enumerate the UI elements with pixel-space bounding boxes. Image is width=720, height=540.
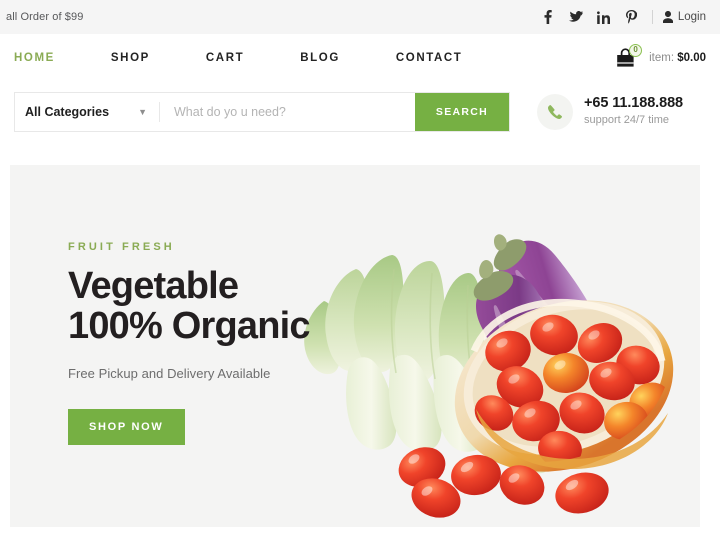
support-text: +65 11.188.888 support 24/7 time [584, 95, 683, 128]
shopping-bag-icon[interactable]: 0 [612, 43, 643, 70]
phone-icon [537, 94, 573, 130]
cart-summary[interactable]: 0 item: $0.00 [612, 43, 706, 70]
user-icon [662, 11, 673, 23]
login-label: Login [677, 11, 706, 23]
hero-vegetables-image [264, 173, 694, 523]
top-bar: all Order of $99 Login [0, 0, 720, 34]
hero-title-line1: Vegetable [68, 265, 239, 307]
chevron-down-icon: ▼ [138, 106, 147, 117]
support-phone-number: +65 11.188.888 [584, 95, 683, 112]
search-input[interactable] [160, 93, 415, 131]
search-bar: All Categories ▼ SEARCH [14, 92, 510, 132]
hero-title-line2: 100% Organic [68, 305, 311, 348]
facebook-icon[interactable] [534, 10, 562, 24]
hero-banner: FRUIT FRESH Vegetable 100% Organic Free … [10, 165, 700, 527]
category-select[interactable]: All Categories ▼ [15, 93, 159, 131]
nav-item-blog[interactable]: BLOG [300, 52, 340, 64]
shop-now-button[interactable]: SHOP NOW [68, 408, 185, 445]
top-bar-right: Login [534, 10, 706, 24]
category-select-label: All Categories [25, 105, 110, 119]
linkedin-icon[interactable] [590, 10, 618, 24]
cart-badge-count: 0 [629, 43, 643, 57]
hero-text-block: FRUIT FRESH Vegetable 100% Organic Free … [68, 241, 311, 445]
top-bar-divider [651, 10, 653, 24]
search-button[interactable]: SEARCH [415, 93, 509, 131]
cart-total: item: $0.00 [649, 52, 706, 64]
support-contact: +65 11.188.888 support 24/7 time [537, 94, 683, 130]
main-nav: HOME SHOP CART BLOG CONTACT [14, 52, 518, 64]
twitter-icon[interactable] [562, 11, 590, 23]
main-header: HOME SHOP CART BLOG CONTACT 0 item: $0.0… [0, 34, 720, 81]
nav-item-home[interactable]: HOME [14, 52, 55, 64]
promo-text: all Order of $99 [6, 11, 84, 23]
hero-eyebrow: FRUIT FRESH [68, 241, 175, 253]
nav-item-cart[interactable]: CART [206, 52, 244, 64]
cart-item-label: item: [649, 51, 675, 64]
pinterest-icon[interactable] [618, 10, 646, 24]
hero-title: Vegetable 100% Organic [68, 265, 311, 348]
login-button[interactable]: Login [662, 11, 706, 23]
hero-subtitle: Free Pickup and Delivery Available [68, 365, 271, 381]
support-note: support 24/7 time [584, 114, 669, 127]
nav-item-contact[interactable]: CONTACT [396, 52, 463, 64]
search-row: All Categories ▼ SEARCH +65 11.188.888 s… [0, 81, 720, 143]
nav-item-shop[interactable]: SHOP [111, 52, 150, 64]
cart-amount: $0.00 [677, 51, 706, 64]
